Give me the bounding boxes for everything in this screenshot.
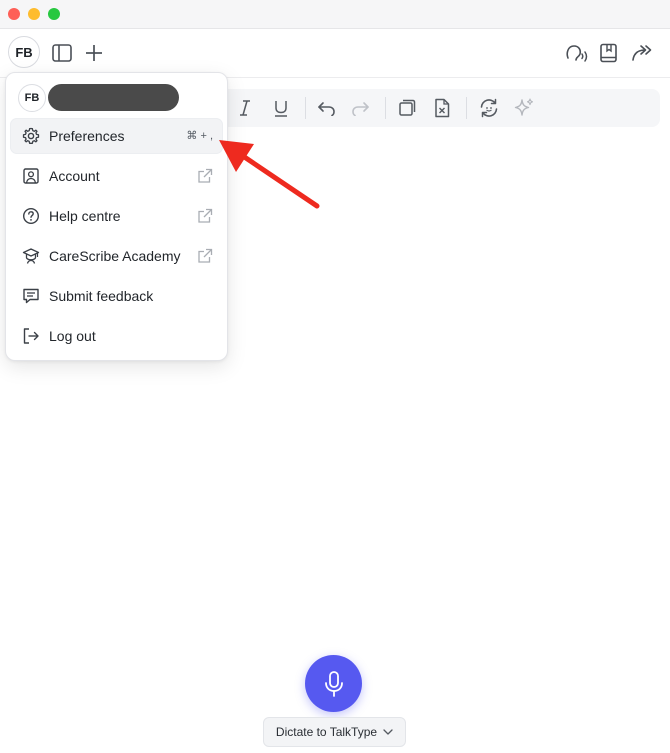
regenerate-icon[interactable] (478, 97, 500, 119)
feedback-icon (22, 287, 40, 305)
menu-item-account[interactable]: Account (10, 158, 223, 194)
menu-item-label: Account (49, 168, 100, 184)
sidebar-toggle-icon[interactable] (51, 42, 73, 64)
graduation-icon (22, 247, 40, 265)
forward-share-icon[interactable] (629, 41, 655, 65)
menu-item-label: Submit feedback (49, 288, 154, 304)
keyboard-shortcut: ⌘ + , (186, 130, 213, 142)
help-icon (22, 207, 40, 225)
avatar-initials: FB (24, 92, 40, 104)
toolbar-separator (305, 97, 306, 119)
chevron-down-icon (383, 729, 393, 735)
redo-icon[interactable] (350, 97, 372, 119)
sparkles-icon[interactable] (513, 97, 535, 119)
menu-item-label: Preferences (49, 128, 125, 144)
window-close-button[interactable] (8, 8, 20, 20)
italic-icon[interactable] (234, 97, 256, 119)
menu-item-log-out[interactable]: Log out (10, 318, 223, 354)
toolbar-separator (466, 97, 467, 119)
window-titlebar (0, 0, 670, 29)
account-icon (22, 167, 40, 185)
account-menu: FB Preferences ⌘ + , Account Help centre (5, 72, 228, 361)
book-icon[interactable] (597, 41, 621, 65)
microphone-icon (324, 670, 343, 697)
redacted-user-name (48, 84, 179, 111)
listening-icon[interactable] (564, 41, 588, 65)
microphone-button[interactable] (305, 655, 362, 712)
gear-icon (22, 127, 40, 145)
toolbar-separator (385, 97, 386, 119)
logout-icon (22, 327, 40, 345)
dictate-target-dropdown[interactable]: Dictate to TalkType (263, 717, 406, 747)
menu-item-label: CareScribe Academy (49, 248, 181, 264)
dictate-target-label: Dictate to TalkType (275, 725, 378, 739)
menu-item-label: Log out (49, 328, 96, 344)
window-minimize-button[interactable] (28, 8, 40, 20)
menu-item-carescribe-academy[interactable]: CareScribe Academy (10, 238, 223, 274)
account-menu-header: FB (6, 73, 227, 119)
menu-item-label: Help centre (49, 208, 121, 224)
app-topbar: FB (0, 29, 670, 78)
avatar: FB (18, 84, 46, 112)
copy-icon[interactable] (396, 97, 418, 119)
window-maximize-button[interactable] (48, 8, 60, 20)
underline-icon[interactable] (270, 97, 292, 119)
external-link-icon (197, 248, 213, 264)
avatar-initials: FB (15, 44, 33, 60)
formatting-toolbar (226, 89, 660, 127)
plus-icon[interactable] (83, 42, 105, 64)
undo-icon[interactable] (315, 97, 337, 119)
annotation-arrow-icon (219, 140, 320, 209)
menu-item-preferences[interactable]: Preferences ⌘ + , (10, 118, 223, 154)
menu-item-help-centre[interactable]: Help centre (10, 198, 223, 234)
menu-item-submit-feedback[interactable]: Submit feedback (10, 278, 223, 314)
avatar-button[interactable]: FB (8, 36, 40, 68)
clear-document-icon[interactable] (431, 97, 453, 119)
